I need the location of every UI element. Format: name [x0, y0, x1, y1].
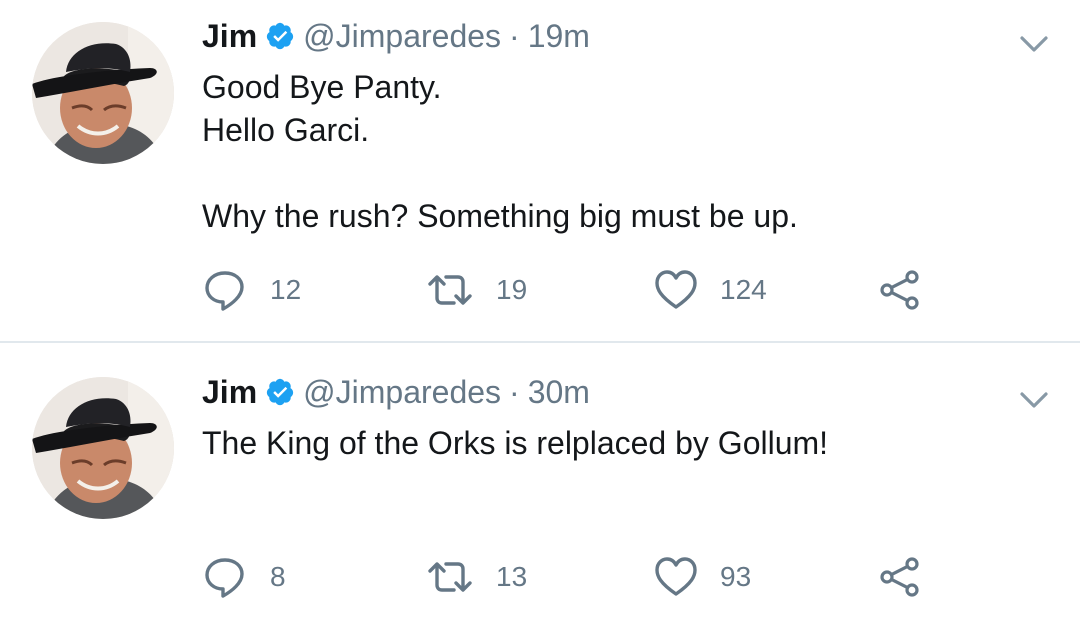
timestamp[interactable]: 19m [528, 18, 590, 55]
like-button[interactable]: 124 [654, 268, 767, 312]
reply-count: 12 [270, 274, 302, 305]
tweet-actions: 8 13 93 [202, 555, 962, 599]
avatar-image [32, 377, 174, 519]
share-icon [880, 557, 919, 597]
tweet[interactable]: Jim @Jimparedes · 30m The King of the Or… [0, 343, 1080, 620]
tweet-actions: 12 19 124 [202, 268, 962, 312]
retweet-count: 13 [496, 561, 528, 592]
user-handle[interactable]: @Jimparedes [303, 374, 501, 411]
chevron-down-icon[interactable] [1018, 30, 1050, 58]
reply-button[interactable]: 12 [202, 268, 301, 312]
tweet-text: The King of the Orks is relplaced by Gol… [202, 422, 1032, 465]
like-button[interactable]: 93 [654, 555, 751, 599]
reply-icon [205, 271, 244, 311]
user-handle[interactable]: @Jimparedes [303, 18, 501, 55]
tweet-text-line: Hello Garci. [202, 112, 370, 148]
share-button[interactable] [878, 555, 922, 599]
timeline: Jim @Jimparedes · 19m Good Bye Panty. He… [0, 0, 1080, 620]
like-count: 124 [720, 274, 767, 305]
timestamp[interactable]: 30m [528, 374, 590, 411]
retweet-button[interactable]: 13 [426, 555, 527, 599]
separator-dot: · [509, 373, 520, 410]
retweet-icon [428, 275, 472, 305]
verified-badge-icon [265, 377, 295, 407]
tweet-header: Jim @Jimparedes · 30m [202, 372, 590, 412]
tweet-text: Good Bye Panty. Hello Garci. Why the rus… [202, 66, 1032, 238]
heart-icon [655, 557, 697, 596]
tweet-text-line: The King of the Orks is relplaced by Gol… [202, 425, 829, 461]
tweet-text-line: Why the rush? Something big must be up. [202, 198, 798, 234]
tweet-text-line [202, 152, 1032, 195]
share-button[interactable] [878, 268, 922, 312]
retweet-count: 19 [496, 274, 528, 305]
tweet[interactable]: Jim @Jimparedes · 19m Good Bye Panty. He… [0, 0, 1080, 342]
heart-icon [655, 270, 697, 309]
reply-button[interactable]: 8 [202, 555, 286, 599]
reply-count: 8 [270, 561, 286, 592]
share-icon [880, 270, 919, 310]
tweet-header: Jim @Jimparedes · 19m [202, 16, 590, 56]
reply-icon [205, 558, 244, 598]
avatar-image [32, 22, 174, 164]
separator-dot: · [509, 17, 520, 54]
user-name[interactable]: Jim [202, 374, 257, 411]
retweet-button[interactable]: 19 [426, 268, 527, 312]
tweet-text-line: Good Bye Panty. [202, 69, 442, 105]
avatar[interactable] [32, 22, 174, 164]
user-name[interactable]: Jim [202, 18, 257, 55]
like-count: 93 [720, 561, 752, 592]
retweet-icon [428, 562, 472, 592]
chevron-down-icon[interactable] [1018, 386, 1050, 414]
verified-badge-icon [265, 21, 295, 51]
avatar[interactable] [32, 377, 174, 519]
